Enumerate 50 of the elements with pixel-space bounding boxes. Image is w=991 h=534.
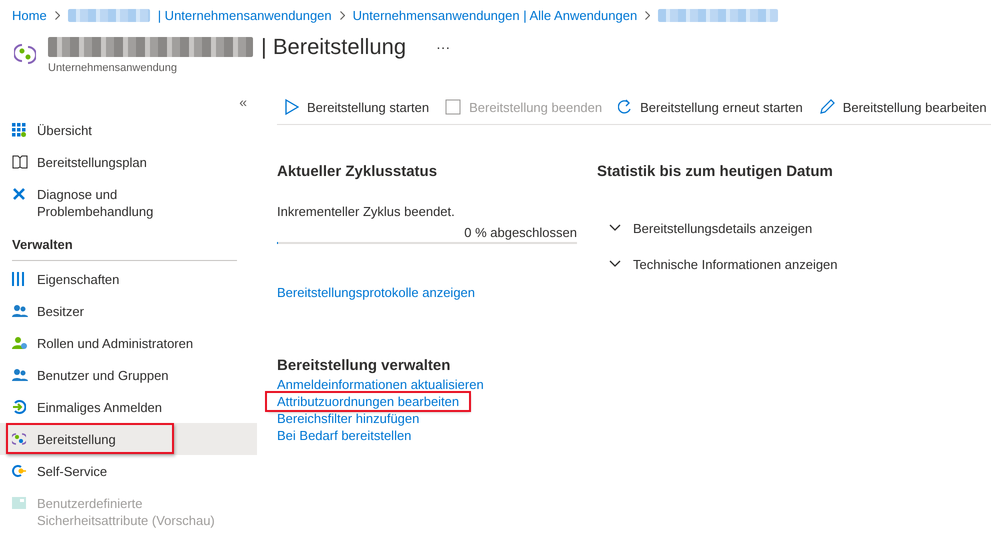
section-heading: Verwalten — [12, 237, 237, 261]
sidebar-item[interactable]: Eigenschaften — [0, 263, 257, 295]
toolbar-button[interactable]: Bereitstellung erneut starten — [610, 92, 811, 122]
page-subtitle: Unternehmensanwendung — [48, 62, 178, 74]
collapse-button[interactable]: « — [235, 90, 251, 114]
toolbar-button[interactable]: Bereitstellung starten — [277, 92, 438, 122]
play-icon — [285, 99, 299, 115]
chevron-right-icon — [645, 10, 650, 20]
key-icon — [12, 462, 28, 478]
breadcrumb-link[interactable]: Unternehmensanwendungen | Alle Anwendungen — [352, 8, 638, 22]
status-message: Inkrementeller Zyklus beendet. — [277, 204, 456, 219]
chevron-right-icon — [54, 10, 60, 20]
page-title: | Bereitstellung — [261, 34, 406, 60]
sidebar-item[interactable]: Bereitstellung — [0, 423, 257, 455]
people-icon — [12, 302, 28, 318]
arrow-in-circle-icon — [12, 398, 28, 414]
sidebar-item[interactable]: Besitzer — [0, 295, 257, 327]
stop-icon — [445, 99, 462, 115]
expander-toggle[interactable]: Technische Informationen anzeigen — [597, 254, 957, 274]
sidebar-item[interactable]: Diagnose und Problembehandlung — [0, 178, 257, 227]
sidebar-item[interactable]: Übersicht — [0, 114, 257, 146]
action-link[interactable]: Bei Bedarf bereitstellen — [277, 427, 412, 444]
progress-label: 0 % abgeschlossen — [464, 225, 577, 240]
breadcrumb-link[interactable]: | Unternehmensanwendungen — [158, 8, 332, 22]
expander-toggle[interactable]: Bereitstellungsdetails anzeigen — [597, 218, 957, 238]
chevron-right-icon — [340, 10, 345, 20]
refresh-icon — [618, 99, 632, 115]
chevron-icon — [609, 260, 621, 268]
sidebar-item[interactable]: Benutzer und Gruppen — [0, 359, 257, 391]
breadcrumb-link[interactable]: Home — [12, 8, 47, 22]
chevron-icon — [609, 224, 621, 232]
action-link[interactable]: Attributzuordnungen bearbeiten — [267, 393, 470, 410]
book-icon — [12, 154, 28, 170]
more-button[interactable]: ··· — [432, 39, 454, 55]
people-icon — [12, 366, 28, 382]
grid-icon — [12, 122, 28, 138]
action-link[interactable]: Bereichsfilter hinzufügen — [277, 410, 420, 427]
person-icon — [12, 334, 28, 350]
sidebar-item[interactable]: Einmaliges Anmelden — [0, 391, 257, 423]
toolbar-button[interactable]: Bereitstellung bearbeiten — [810, 92, 991, 122]
action-link[interactable]: Anmeldeinformationen aktualisieren — [277, 376, 484, 393]
sidebar-item[interactable]: Bereitstellungsplan — [0, 146, 257, 178]
section-title: Statistik bis zum heutigen Datum — [597, 163, 834, 180]
sidebar-item[interactable]: Self-Service — [0, 455, 257, 487]
app-icon — [14, 42, 36, 66]
section-title: Bereitstellung verwalten — [277, 357, 452, 374]
pencil-icon — [818, 99, 835, 115]
logs-link[interactable]: Bereitstellungsprotokolle anzeigen — [277, 284, 476, 301]
section-title: Aktueller Zyklusstatus — [277, 163, 438, 180]
sidebar-item[interactable]: Rollen und Administratoren — [0, 327, 257, 359]
